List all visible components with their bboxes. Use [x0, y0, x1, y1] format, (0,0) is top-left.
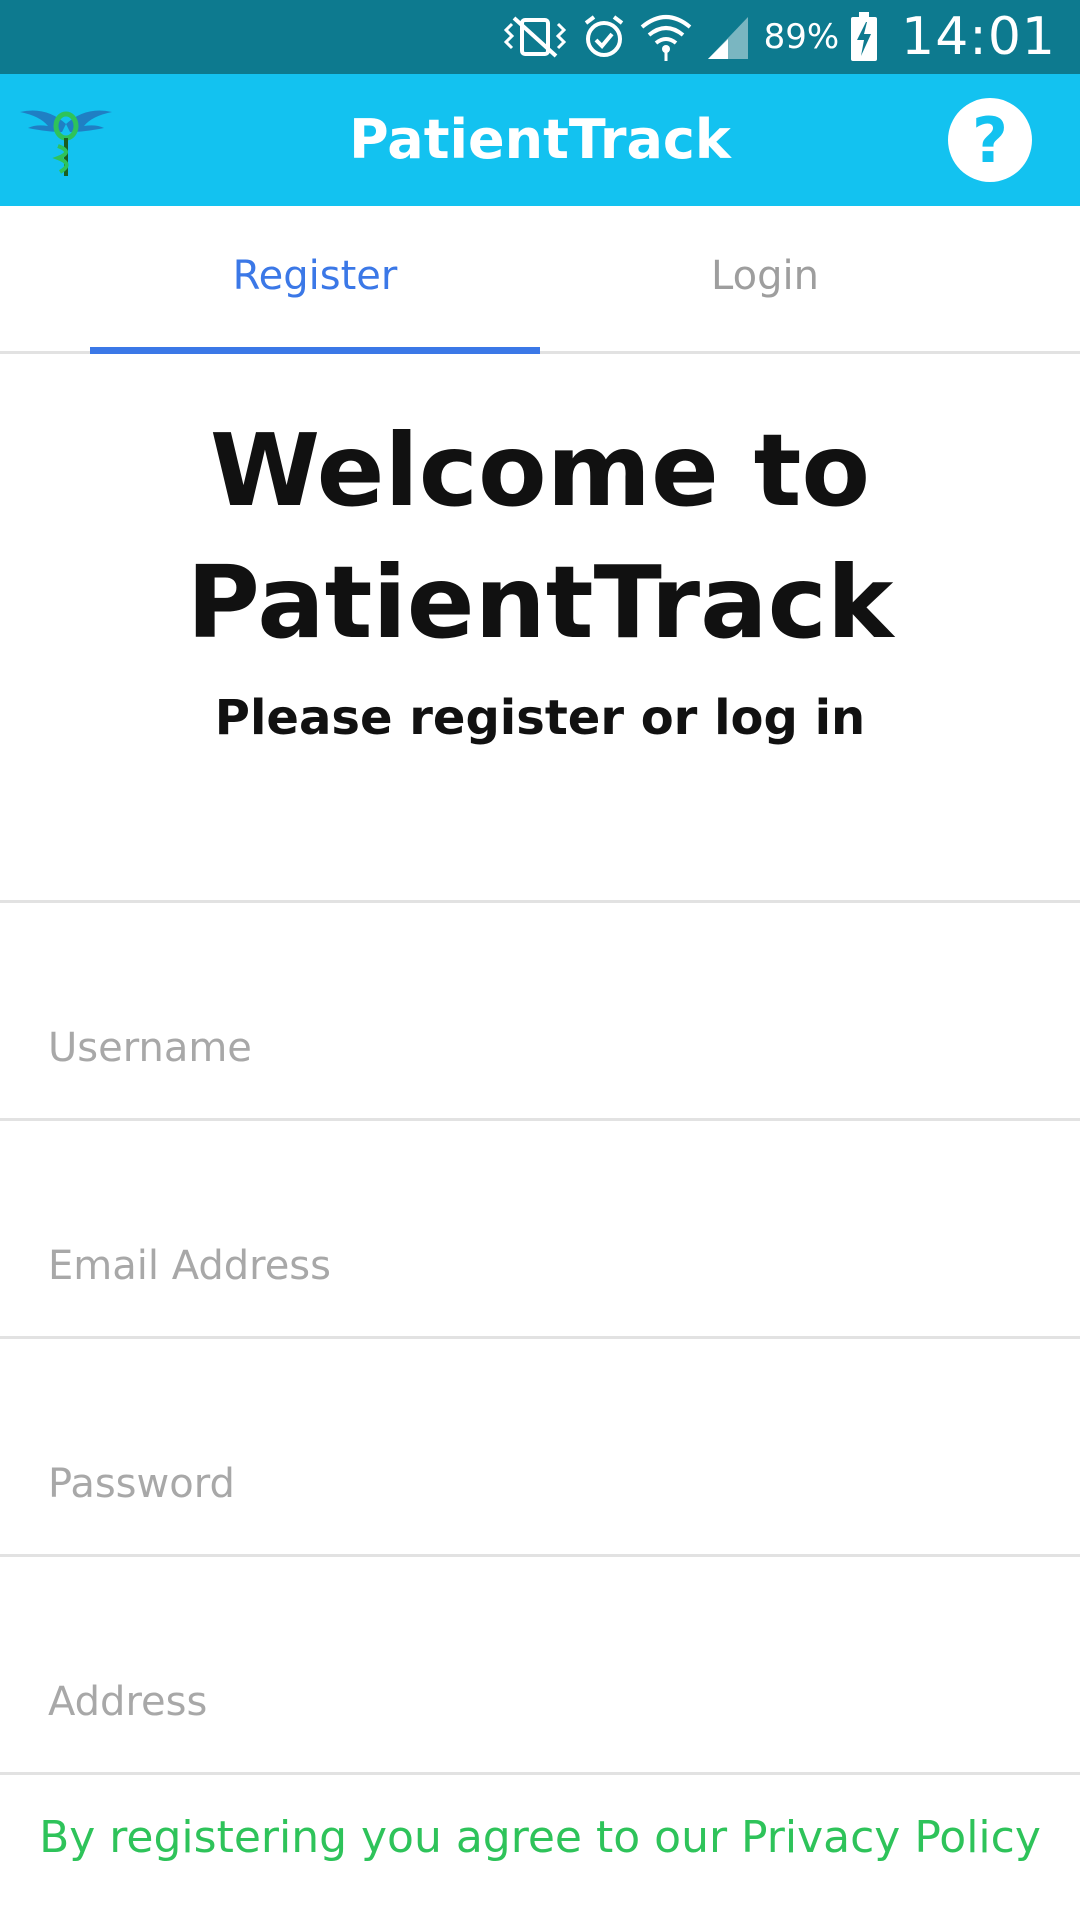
welcome-line-1: Welcome to	[209, 412, 871, 529]
status-icons: 89% 14:01	[500, 0, 1056, 74]
welcome-heading: Welcome to PatientTrack	[0, 405, 1080, 669]
welcome-subtitle: Please register or log in	[214, 690, 866, 746]
tab-register[interactable]: Register	[90, 206, 540, 354]
privacy-policy-link[interactable]: By registering you agree to our Privacy …	[0, 1812, 1080, 1863]
welcome-line-2: PatientTrack	[186, 544, 894, 661]
caduceus-logo-icon	[18, 102, 114, 178]
status-bar: 89% 14:01	[0, 0, 1080, 74]
alarm-icon	[580, 13, 628, 61]
app-bar: PatientTrack ?	[0, 74, 1080, 206]
status-time: 14:01	[901, 7, 1056, 67]
username-field-row	[0, 903, 1080, 1121]
active-tab-indicator	[90, 347, 540, 354]
app-title: PatientTrack	[349, 108, 731, 171]
tab-bar: Register Login	[0, 206, 1080, 354]
address-field-row	[0, 1557, 1080, 1775]
email-input[interactable]	[48, 1236, 1032, 1296]
username-input[interactable]	[48, 1018, 1032, 1078]
help-icon: ?	[972, 103, 1008, 177]
wifi-icon	[638, 11, 694, 63]
tab-login[interactable]: Login	[540, 206, 990, 354]
signal-icon	[704, 13, 752, 61]
password-field-row	[0, 1339, 1080, 1557]
help-button[interactable]: ?	[948, 98, 1032, 182]
email-field-row	[0, 1121, 1080, 1339]
address-input[interactable]	[48, 1672, 1032, 1732]
vibrate-silent-icon	[500, 14, 570, 60]
battery-percent: 89%	[763, 17, 840, 57]
battery-charging-icon	[849, 12, 879, 62]
password-input[interactable]	[48, 1454, 1032, 1514]
